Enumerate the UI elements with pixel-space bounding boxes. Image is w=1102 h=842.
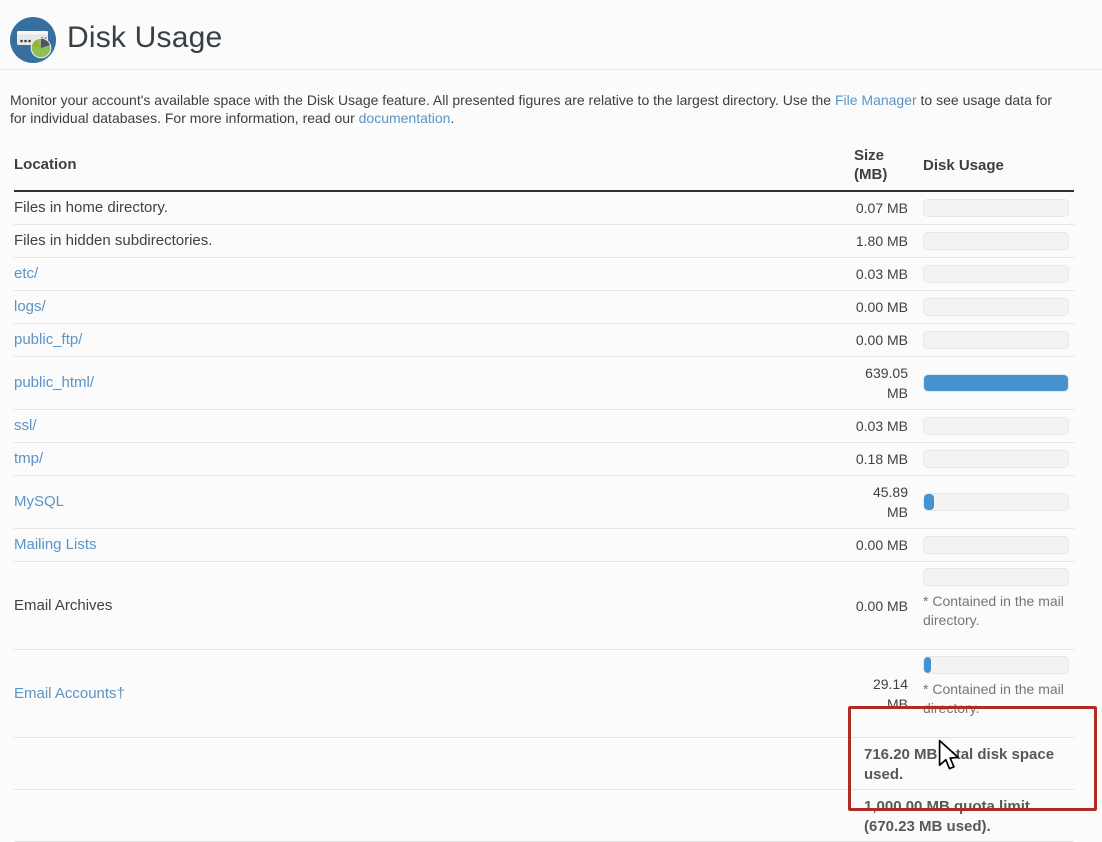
contained-note: * Contained in the mail directory.: [923, 592, 1073, 630]
summary-row: 1,000.00 MB quota limit (670.23 MB used)…: [14, 790, 1074, 842]
table-row: tmp/ 0.18 MB: [14, 443, 1074, 476]
size-value: 0.18 MB: [854, 449, 908, 469]
disk-usage-bar: [923, 331, 1069, 349]
size-value: 639.05 MB: [854, 363, 908, 403]
page-title: Disk Usage: [67, 21, 222, 55]
table-row: Email Archives 0.00 MB * Contained in th…: [14, 562, 1074, 650]
page-header: Disk Usage: [0, 0, 1102, 70]
size-value: 0.00 MB: [854, 535, 908, 555]
location-link[interactable]: Mailing Lists: [14, 536, 97, 553]
size-value: 0.00 MB: [854, 297, 908, 317]
intro-text: Monitor your account's available space w…: [10, 92, 835, 108]
size-value: 0.03 MB: [854, 416, 908, 436]
disk-usage-table: Location Size (MB) Disk Usage Files in h…: [14, 141, 1074, 842]
location-label: Files in home directory.: [14, 199, 168, 216]
column-header-size-mb: Size (MB): [854, 146, 908, 184]
disk-usage-bar-fill: [924, 657, 931, 673]
location-label: Files in hidden subdirectories.: [14, 232, 212, 249]
table-row: public_html/ 639.05 MB: [14, 357, 1074, 410]
size-value: 0.00 MB: [854, 330, 908, 350]
table-header-row: Location Size (MB) Disk Usage: [14, 141, 1074, 192]
disk-usage-bar: [923, 298, 1069, 316]
location-link[interactable]: etc/: [14, 265, 38, 282]
size-value: 45.89 MB: [854, 482, 908, 522]
disk-usage-bar: [923, 265, 1069, 283]
location-link[interactable]: public_ftp/: [14, 331, 82, 348]
disk-usage-bar: [923, 656, 1069, 674]
disk-usage-bar: [923, 493, 1069, 511]
summary-spacer: [14, 794, 864, 837]
location-link[interactable]: logs/: [14, 298, 46, 315]
table-row: Email Accounts† 29.14 MB * Contained in …: [14, 650, 1074, 738]
table-row: Files in hidden subdirectories. 1.80 MB: [14, 225, 1074, 258]
intro-text: .: [450, 110, 454, 126]
summary-text: 1,000.00 MB quota limit (670.23 MB used)…: [864, 794, 1074, 837]
disk-usage-bar: [923, 199, 1069, 217]
summary-row: 716.20 MB total disk space used.: [14, 738, 1074, 790]
intro-text: to see usage data for: [917, 92, 1052, 108]
location-link[interactable]: ssl/: [14, 417, 37, 434]
location-link[interactable]: tmp/: [14, 450, 43, 467]
disk-usage-bar: [923, 232, 1069, 250]
disk-usage-bar: [923, 417, 1069, 435]
intro-line-1: Monitor your account's available space w…: [10, 91, 1102, 109]
disk-usage-bar: [923, 536, 1069, 554]
size-value: 0.03 MB: [854, 264, 908, 284]
table-row: MySQL 45.89 MB: [14, 476, 1074, 529]
location-label: Email Archives: [14, 597, 112, 614]
intro-line-2: for individual databases. For more infor…: [10, 109, 1102, 127]
size-value: 29.14 MB: [854, 674, 908, 714]
table-row: logs/ 0.00 MB: [14, 291, 1074, 324]
location-link[interactable]: Email Accounts†: [14, 685, 125, 702]
table-row: Mailing Lists 0.00 MB: [14, 529, 1074, 562]
file-manager-link[interactable]: File Manager: [835, 92, 917, 108]
location-link[interactable]: MySQL: [14, 493, 64, 510]
size-value: 0.07 MB: [854, 198, 908, 218]
contained-note: * Contained in the mail directory.: [923, 680, 1073, 718]
table-row: ssl/ 0.03 MB: [14, 410, 1074, 443]
column-header-disk-usage: Disk Usage: [923, 156, 1074, 175]
disk-usage-bar: [923, 450, 1069, 468]
location-link[interactable]: public_html/: [14, 374, 94, 391]
intro-text: for individual databases. For more infor…: [10, 110, 359, 126]
intro-paragraph: Monitor your account's available space w…: [10, 91, 1102, 127]
column-header-location: Location: [14, 155, 854, 175]
table-row: etc/ 0.03 MB: [14, 258, 1074, 291]
table-row: Files in home directory. 0.07 MB: [14, 192, 1074, 225]
disk-usage-bar: [923, 568, 1069, 586]
size-value: 0.00 MB: [854, 596, 908, 616]
disk-usage-bar: [923, 374, 1069, 392]
summary-text: 716.20 MB total disk space used.: [864, 742, 1074, 785]
size-value: 1.80 MB: [854, 231, 908, 251]
disk-usage-bar-fill: [924, 494, 934, 510]
summary-spacer: [14, 742, 864, 785]
disk-usage-icon: [9, 16, 57, 64]
documentation-link[interactable]: documentation: [359, 110, 451, 126]
disk-usage-bar-fill: [924, 375, 1068, 391]
table-row: public_ftp/ 0.00 MB: [14, 324, 1074, 357]
